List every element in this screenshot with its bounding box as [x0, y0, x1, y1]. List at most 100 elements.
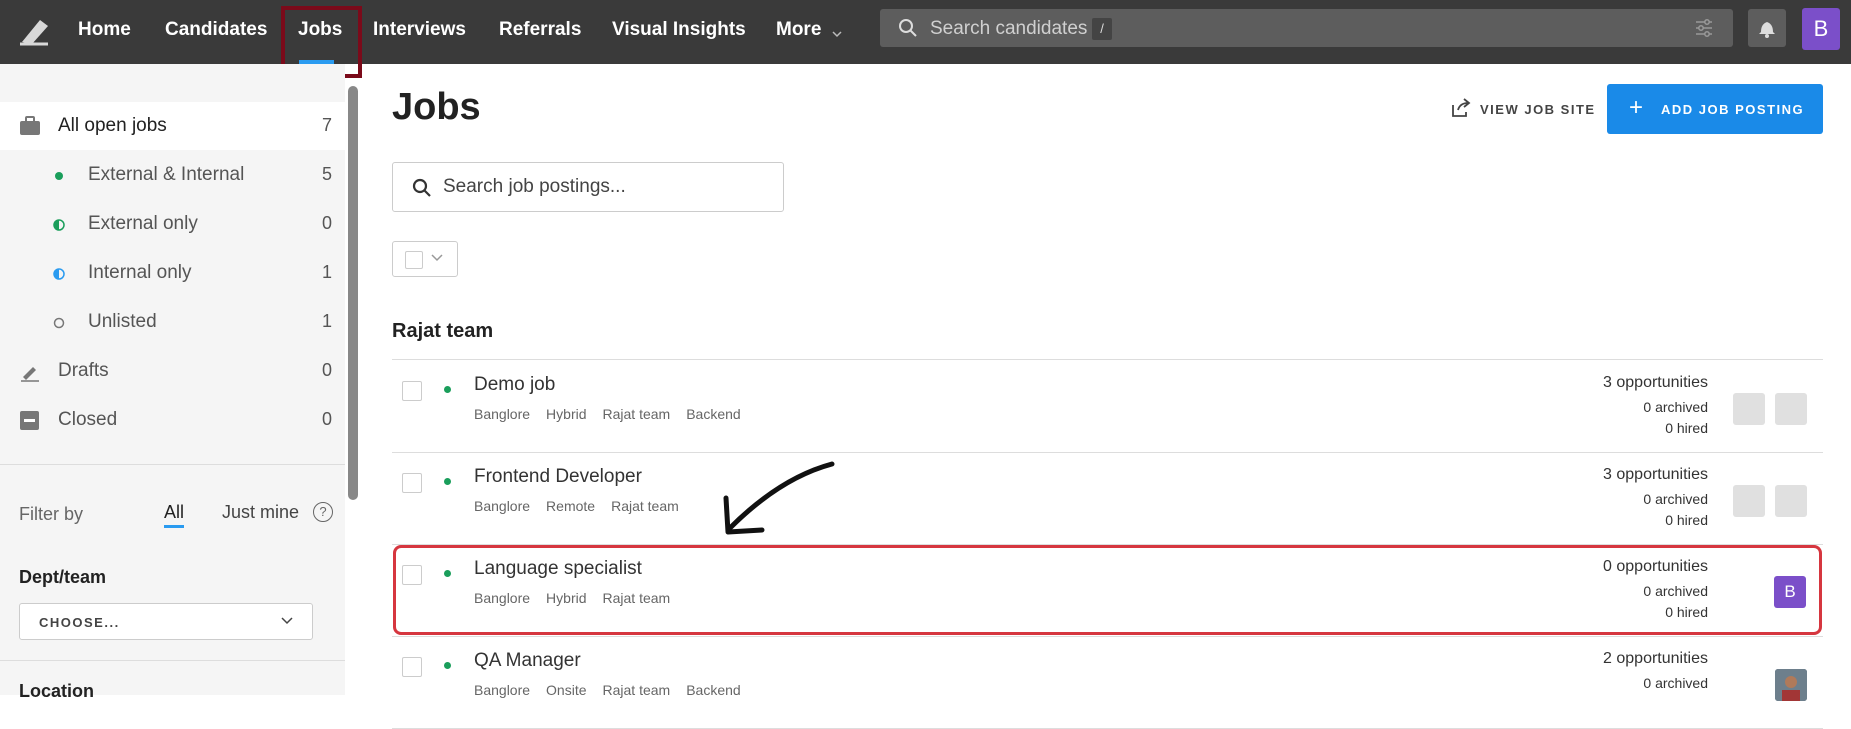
search-shortcut-hint: /: [1092, 18, 1112, 40]
location-label: Location: [19, 681, 94, 701]
sidebar-divider: [0, 464, 345, 465]
row-checkbox[interactable]: [402, 381, 422, 401]
dept-team-select[interactable]: CHOOSE...: [19, 603, 313, 640]
archived-count: 0 archived: [1643, 491, 1708, 507]
nav-home[interactable]: Home: [78, 19, 131, 41]
sidebar-item-internal-only[interactable]: Internal only 1: [0, 249, 345, 297]
user-avatar[interactable]: B: [1802, 8, 1840, 50]
sidebar-item-count: 5: [321, 164, 332, 184]
job-tag: Backend: [686, 406, 741, 422]
status-dot-icon: [55, 172, 63, 180]
sidebar-divider: [0, 660, 345, 661]
add-job-posting-button[interactable]: + ADD JOB POSTING: [1607, 84, 1823, 134]
add-job-posting-label: ADD JOB POSTING: [1661, 102, 1805, 117]
filter-all-toggle[interactable]: All: [164, 502, 184, 523]
job-tags: Banglore Remote Rajat team: [474, 498, 695, 514]
job-title[interactable]: Frontend Developer: [474, 466, 642, 488]
job-tag: Backend: [686, 682, 741, 698]
job-search-placeholder: Search job postings...: [443, 176, 626, 197]
owner-photo-avatar[interactable]: [1775, 669, 1807, 701]
notifications-button[interactable]: [1748, 9, 1786, 47]
half-dot-icon: [53, 268, 65, 280]
job-tag: Hybrid: [546, 406, 587, 422]
sidebar-item-all-open-jobs[interactable]: All open jobs 7: [0, 102, 345, 150]
search-icon: [412, 178, 431, 197]
search-icon: [899, 19, 917, 37]
lever-logo-icon[interactable]: [18, 14, 54, 46]
no-owner-icon[interactable]: [1775, 393, 1807, 425]
page-title: Jobs: [392, 86, 481, 128]
job-tag: Remote: [546, 498, 596, 514]
sidebar-item-closed[interactable]: Closed 0: [0, 396, 345, 444]
row-checkbox[interactable]: [402, 657, 422, 677]
sidebar-item-label: All open jobs: [58, 115, 167, 136]
job-row[interactable]: QA Manager Banglore Onsite Rajat team Backe…: [392, 637, 1823, 729]
nav-visual-insights[interactable]: Visual Insights: [612, 19, 746, 41]
sidebar-item-unlisted[interactable]: Unlisted 1: [0, 298, 345, 346]
closed-square-icon: [20, 411, 39, 430]
sidebar-item-external-internal[interactable]: External & Internal 5: [0, 151, 345, 199]
hired-count: 0 hired: [1665, 512, 1708, 528]
sidebar-item-label: Internal only: [88, 262, 192, 283]
sidebar-item-count: 7: [321, 115, 332, 135]
dept-team-label: Dept/team: [19, 567, 107, 587]
sidebar-item-label: External & Internal: [88, 164, 245, 185]
bulk-select-checkbox[interactable]: [405, 251, 423, 269]
job-tag: Rajat team: [611, 498, 679, 514]
global-search-input[interactable]: Search candidates /: [880, 9, 1733, 47]
job-search-input[interactable]: Search job postings...: [392, 162, 784, 212]
job-row[interactable]: Frontend Developer Banglore Remote Rajat t…: [392, 453, 1823, 545]
job-tag: Banglore: [474, 682, 531, 698]
chevron-down-icon: [832, 31, 842, 38]
archived-count: 0 archived: [1643, 399, 1708, 415]
opportunities-count[interactable]: 3 opportunities: [1603, 374, 1708, 392]
annotation-arrow-icon: [723, 461, 835, 535]
no-owner-icon[interactable]: [1733, 393, 1765, 425]
nav-interviews[interactable]: Interviews: [373, 19, 466, 41]
status-dot-icon: [444, 386, 451, 393]
nav-referrals[interactable]: Referrals: [499, 19, 581, 41]
sidebar-scrollbar[interactable]: [348, 86, 358, 500]
nav-more[interactable]: More: [776, 19, 821, 41]
filter-sliders-icon[interactable]: [1693, 17, 1715, 39]
search-placeholder: Search candidates: [930, 18, 1088, 39]
team-divider: [392, 359, 1823, 360]
opportunities-count[interactable]: 3 opportunities: [1603, 466, 1708, 484]
language-specialist-highlight-annotation: [393, 545, 1822, 635]
sidebar-item-label: Closed: [58, 409, 118, 430]
bulk-select-dropdown[interactable]: [392, 241, 458, 277]
job-title[interactable]: Demo job: [474, 374, 555, 396]
filter-just-mine-toggle[interactable]: Just mine: [222, 502, 299, 523]
empty-circle-icon: [53, 317, 65, 329]
status-dot-icon: [444, 662, 451, 669]
help-icon[interactable]: ?: [313, 502, 333, 522]
plus-icon: +: [1629, 94, 1644, 121]
chevron-down-icon: [281, 617, 293, 625]
chevron-down-icon: [431, 254, 443, 262]
pencil-icon: [21, 367, 39, 382]
row-checkbox[interactable]: [402, 473, 422, 493]
job-tag: Banglore: [474, 406, 531, 422]
sidebar-item-external-only[interactable]: External only 0: [0, 200, 345, 248]
sidebar-item-drafts[interactable]: Drafts 0: [0, 347, 345, 395]
sidebar-item-count: 1: [321, 262, 332, 282]
sidebar-item-label: Unlisted: [88, 311, 157, 332]
job-title[interactable]: QA Manager: [474, 650, 581, 672]
no-owner-icon[interactable]: [1775, 485, 1807, 517]
job-tag: Onsite: [546, 682, 587, 698]
job-tags: Banglore Hybrid Rajat team Backend: [474, 406, 757, 422]
job-tag: Rajat team: [602, 682, 671, 698]
job-row[interactable]: Demo job Banglore Hybrid Rajat team Backend…: [392, 361, 1823, 453]
external-share-icon: [1452, 98, 1471, 117]
sidebar-item-count: 0: [321, 409, 332, 429]
no-owner-icon[interactable]: [1733, 485, 1765, 517]
sidebar-item-label: External only: [88, 213, 198, 234]
dept-team-select-value: CHOOSE...: [39, 615, 120, 630]
sidebar-item-label: Drafts: [58, 360, 109, 381]
job-tags: Banglore Onsite Rajat team Backend: [474, 682, 757, 698]
nav-candidates[interactable]: Candidates: [165, 19, 267, 41]
opportunities-count[interactable]: 2 opportunities: [1603, 650, 1708, 668]
top-navigation-bar: Home Candidates Jobs Interviews Referral…: [0, 0, 1851, 64]
sidebar: All open jobs 7 External & Internal 5 Ex…: [0, 64, 345, 695]
team-heading: Rajat team: [392, 320, 494, 342]
